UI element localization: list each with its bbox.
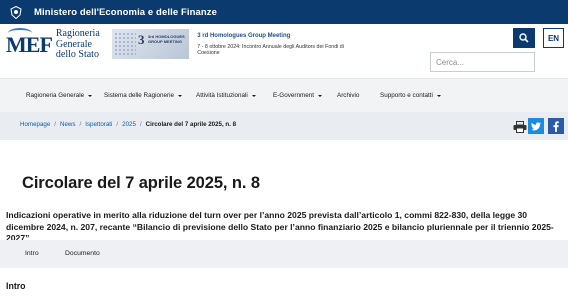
breadcrumb-separator: / bbox=[54, 121, 57, 128]
print-button[interactable] bbox=[513, 120, 527, 133]
mef-logo-text: MEF bbox=[6, 27, 53, 58]
tab-documento[interactable]: Documento bbox=[65, 250, 100, 257]
nav-item-e-government[interactable]: E-Government bbox=[273, 92, 322, 99]
content-tabs: Intro Documento bbox=[0, 240, 568, 268]
facebook-icon bbox=[553, 120, 559, 132]
breadcrumb: Homepage / News / Ispettorati / 2025 / C… bbox=[20, 121, 236, 128]
twitter-icon bbox=[531, 121, 541, 130]
logo-line-1: Ragioneria bbox=[55, 28, 100, 39]
breadcrumb-separator: / bbox=[79, 121, 82, 128]
nav-item-label: E-Government bbox=[273, 92, 314, 99]
banner-title: 3 rd Homologues Group Meeting bbox=[197, 32, 291, 39]
rgs-logo[interactable]: MEF Ragioneria Generale dello Stato bbox=[6, 27, 100, 61]
breadcrumb-2025[interactable]: 2025 bbox=[122, 121, 136, 128]
ministry-link[interactable]: Ministero dell'Economia e delle Finanze bbox=[34, 7, 217, 18]
header: MEF Ragioneria Generale dello Stato 3 3r… bbox=[0, 24, 568, 78]
breadcrumb-current: Circolare del 7 aprile 2025, n. 8 bbox=[145, 121, 237, 128]
tab-intro[interactable]: Intro bbox=[25, 250, 39, 257]
nav-item-label: Supporto e contatti bbox=[380, 92, 433, 99]
breadcrumb-news[interactable]: News bbox=[60, 121, 75, 128]
section-heading-intro: Intro bbox=[6, 281, 26, 291]
print-icon bbox=[513, 121, 527, 133]
banner-image: 3 3rd HOMOLOGUES GROUP MEETING bbox=[112, 29, 190, 59]
language-button[interactable]: EN bbox=[543, 28, 564, 48]
logo-line-2: Generale bbox=[55, 38, 92, 50]
nav-item-archivio[interactable]: Archivio bbox=[337, 92, 359, 99]
breadcrumb-separator: / bbox=[116, 121, 119, 128]
search-box bbox=[430, 52, 535, 72]
banner-subtitle: 7 - 8 ottobre 2024: Incontro Annuale deg… bbox=[197, 43, 344, 56]
rgs-logo-text: Ragioneria Generale dello Stato bbox=[55, 28, 100, 61]
caret-down-icon bbox=[88, 94, 93, 97]
breadcrumb-bar: Homepage / News / Ispettorati / 2025 / C… bbox=[0, 112, 568, 140]
caret-down-icon bbox=[436, 94, 441, 97]
page-title: Circolare del 7 aprile 2025, n. 8 bbox=[22, 174, 260, 192]
facebook-share-button[interactable] bbox=[548, 118, 564, 134]
breadcrumb-separator: / bbox=[139, 121, 142, 128]
banner-image-text: 3rd HOMOLOGUES GROUP MEETING bbox=[148, 34, 185, 44]
nav-item-attivita-istituzionali[interactable]: Attività Istituzionali bbox=[196, 92, 256, 99]
nav-item-label: Ragioneria Generale bbox=[26, 92, 85, 99]
main-nav: Ragioneria Generale Sistema delle Ragion… bbox=[0, 78, 568, 112]
search-icon bbox=[519, 33, 529, 43]
breadcrumb-ispettorati[interactable]: Ispettorati bbox=[85, 121, 112, 128]
search-input[interactable] bbox=[431, 53, 515, 71]
nav-item-label: Archivio bbox=[337, 92, 360, 99]
emblem-icon bbox=[9, 5, 23, 19]
breadcrumb-homepage[interactable]: Homepage bbox=[20, 121, 50, 128]
caret-down-icon bbox=[178, 94, 183, 97]
logo-line-3: dello Stato bbox=[55, 49, 99, 60]
nav-item-supporto-contatti[interactable]: Supporto e contatti bbox=[380, 92, 441, 99]
caret-down-icon bbox=[251, 94, 256, 97]
caret-down-icon bbox=[317, 94, 322, 97]
event-banner[interactable]: 3 3rd HOMOLOGUES GROUP MEETING 3 rd Homo… bbox=[112, 29, 362, 59]
banner-image-number: 3 bbox=[138, 32, 145, 47]
search-button[interactable] bbox=[513, 28, 535, 48]
twitter-share-button[interactable] bbox=[528, 118, 544, 134]
nav-item-ragioneria-generale[interactable]: Ragioneria Generale bbox=[26, 92, 93, 99]
nav-item-label: Attività Istituzionali bbox=[196, 92, 248, 99]
nav-item-label: Sistema delle Ragionerie bbox=[104, 92, 175, 99]
ministry-bar: Ministero dell'Economia e delle Finanze bbox=[0, 0, 568, 24]
nav-item-sistema-ragionerie[interactable]: Sistema delle Ragionerie bbox=[104, 92, 183, 99]
